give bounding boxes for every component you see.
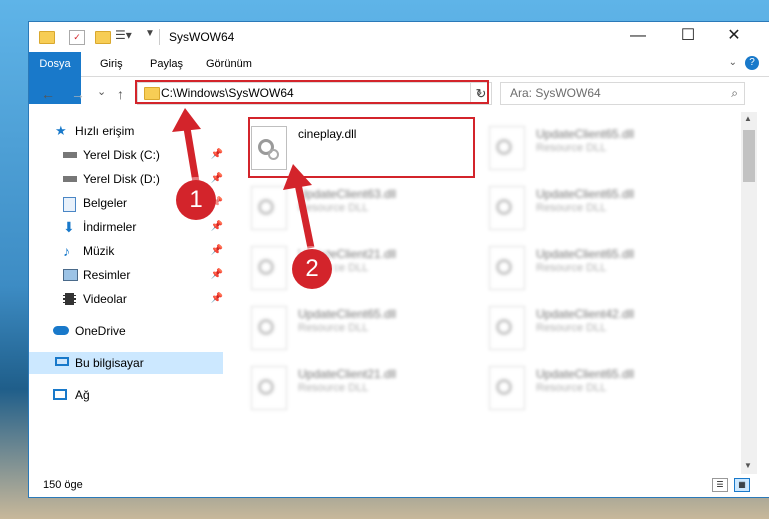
arrow-1-shaft [183,127,200,183]
arrow-2-shaft [294,183,315,249]
arrow-1-head [172,108,201,132]
arrow-2-head [283,164,312,190]
step-2-callout: 2 [292,249,332,289]
annotation-arrows [172,108,315,249]
step-1-callout: 1 [176,180,216,220]
